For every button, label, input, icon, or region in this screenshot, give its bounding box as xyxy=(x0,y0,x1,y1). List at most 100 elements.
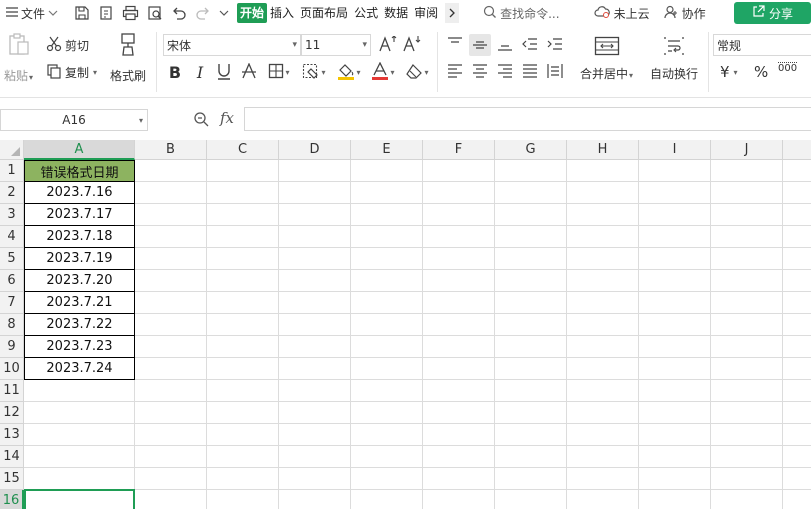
wrap-text-button[interactable]: 自动换行 xyxy=(650,36,698,82)
select-all-corner[interactable] xyxy=(0,140,24,160)
strikethrough-button[interactable] xyxy=(238,61,260,83)
copy-button[interactable]: 复制 ▾ xyxy=(46,63,97,82)
align-right-button[interactable] xyxy=(494,61,516,83)
cell-a1-header[interactable]: 错误格式日期 xyxy=(24,160,135,182)
increase-indent-button[interactable] xyxy=(544,34,566,56)
justify-button[interactable] xyxy=(519,61,541,83)
row-header[interactable]: 15 xyxy=(0,468,24,490)
fill-color-button[interactable]: ▾ xyxy=(333,61,365,83)
align-center-button[interactable] xyxy=(469,61,491,83)
clear-button[interactable]: ▾ xyxy=(401,61,433,83)
merge-center-button[interactable]: 合并居中▾ xyxy=(580,36,633,82)
table-cell[interactable]: 2023.7.24 xyxy=(24,358,135,380)
tab-page-layout[interactable]: 页面布局 xyxy=(297,3,351,23)
increase-font-button[interactable] xyxy=(377,34,399,56)
font-name-select[interactable]: 宋体 ▾ xyxy=(163,34,301,56)
row-header[interactable]: 13 xyxy=(0,424,24,446)
zoom-icon[interactable] xyxy=(193,111,209,130)
table-cell[interactable]: 2023.7.22 xyxy=(24,314,135,336)
row-header[interactable]: 7 xyxy=(0,292,24,314)
copy-icon xyxy=(46,63,62,82)
table-cell[interactable]: 2023.7.19 xyxy=(24,248,135,270)
cut-button[interactable]: 剪切 xyxy=(46,36,89,55)
row-header[interactable]: 6 xyxy=(0,270,24,292)
borders-button[interactable]: ▾ xyxy=(263,61,295,83)
table-cell[interactable]: 2023.7.23 xyxy=(24,336,135,358)
currency-format-button[interactable]: ¥ ▾ xyxy=(720,63,738,81)
row-header[interactable]: 9 xyxy=(0,336,24,358)
row-header[interactable]: 1 xyxy=(0,160,24,182)
file-menu-label: 文件 xyxy=(21,6,46,21)
insert-function-button[interactable]: fx xyxy=(220,109,234,127)
column-header-k[interactable] xyxy=(783,140,811,160)
column-header-a[interactable]: A xyxy=(24,140,135,160)
bold-button[interactable]: B xyxy=(164,61,186,83)
row-header-active[interactable]: 16 xyxy=(0,490,24,509)
merge-center-label: 合并居中 xyxy=(580,67,629,81)
italic-button[interactable]: I xyxy=(189,61,211,83)
tab-formulas[interactable]: 公式 xyxy=(351,3,381,23)
align-top-button[interactable] xyxy=(444,34,466,56)
align-bottom-button[interactable] xyxy=(494,34,516,56)
active-cell-a16[interactable] xyxy=(24,489,135,509)
column-header-b[interactable]: B xyxy=(135,140,207,160)
table-cell[interactable]: 2023.7.21 xyxy=(24,292,135,314)
column-header-h[interactable]: H xyxy=(567,140,639,160)
column-header-c[interactable]: C xyxy=(207,140,279,160)
font-color-button[interactable]: ▾ xyxy=(367,61,399,83)
decrease-indent-button[interactable] xyxy=(519,34,541,56)
table-cell[interactable]: 2023.7.20 xyxy=(24,270,135,292)
column-header-e[interactable]: E xyxy=(351,140,423,160)
column-header-i[interactable]: I xyxy=(639,140,711,160)
command-search[interactable]: 查找命令... xyxy=(483,5,560,22)
redo-icon[interactable] xyxy=(195,5,211,21)
undo-icon[interactable] xyxy=(171,5,187,21)
tabs-more-button[interactable] xyxy=(445,3,460,23)
copy-label: 复制 xyxy=(65,66,90,80)
column-header-j[interactable]: J xyxy=(711,140,783,160)
cloud-status[interactable]: 未上云 xyxy=(594,5,650,22)
underline-button[interactable] xyxy=(213,61,235,83)
paste-button[interactable]: 粘贴▾ xyxy=(4,32,33,84)
decrease-font-button[interactable] xyxy=(401,34,423,56)
number-format-select[interactable]: 常规 xyxy=(713,34,811,56)
distributed-align-button[interactable] xyxy=(544,61,566,83)
row-header[interactable]: 10 xyxy=(0,358,24,380)
format-painter-button[interactable]: 格式刷 xyxy=(110,32,146,84)
tab-review[interactable]: 审阅 xyxy=(411,3,441,23)
print-preview-icon[interactable] xyxy=(147,5,163,21)
percent-format-button[interactable]: % xyxy=(754,63,768,81)
row-header[interactable]: 14 xyxy=(0,446,24,468)
customize-toolbar-icon[interactable] xyxy=(219,8,229,18)
row-header[interactable]: 2 xyxy=(0,182,24,204)
align-middle-button[interactable] xyxy=(469,34,491,56)
row-header[interactable]: 12 xyxy=(0,402,24,424)
share-button[interactable]: 分享 xyxy=(734,2,811,24)
save-icon[interactable] xyxy=(74,5,90,21)
row-header[interactable]: 11 xyxy=(0,380,24,402)
column-header-g[interactable]: G xyxy=(495,140,567,160)
row-header[interactable]: 4 xyxy=(0,226,24,248)
outdent-icon xyxy=(522,36,538,55)
collaborate-button[interactable]: 协作 xyxy=(663,5,706,22)
column-header-d[interactable]: D xyxy=(279,140,351,160)
table-cell[interactable]: 2023.7.18 xyxy=(24,226,135,248)
formula-input[interactable] xyxy=(244,107,811,131)
cell-fill-button[interactable]: ▾ xyxy=(298,61,330,83)
name-box[interactable]: A16 ▾ xyxy=(0,109,148,131)
tab-data[interactable]: 数据 xyxy=(381,3,411,23)
font-size-select[interactable]: 11 ▾ xyxy=(301,34,371,56)
row-header[interactable]: 5 xyxy=(0,248,24,270)
align-left-button[interactable] xyxy=(444,61,466,83)
export-icon[interactable] xyxy=(98,5,114,21)
print-icon[interactable] xyxy=(122,5,139,21)
table-cell[interactable]: 2023.7.16 xyxy=(24,182,135,204)
row-header[interactable]: 8 xyxy=(0,314,24,336)
table-cell[interactable]: 2023.7.17 xyxy=(24,204,135,226)
column-header-f[interactable]: F xyxy=(423,140,495,160)
thousands-separator-button[interactable]: 000 xyxy=(778,62,798,74)
tab-insert[interactable]: 插入 xyxy=(267,3,297,23)
row-header[interactable]: 3 xyxy=(0,204,24,226)
file-menu[interactable]: 文件 xyxy=(6,5,58,22)
tab-home[interactable]: 开始 xyxy=(237,3,268,23)
